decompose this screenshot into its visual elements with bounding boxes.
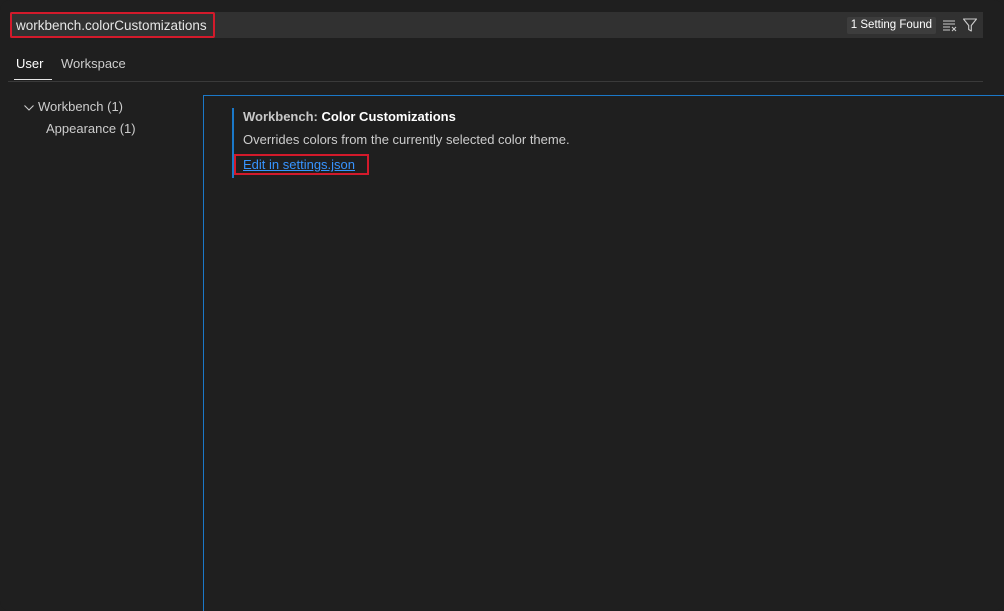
edit-in-settings-json-link[interactable]: Edit in settings.json: [243, 157, 355, 173]
clear-filter-icon[interactable]: [942, 17, 958, 33]
setting-title: Workbench: Color Customizations: [243, 109, 456, 125]
result-count-badge: 1 Setting Found: [846, 17, 936, 34]
settings-toc-tree: Workbench (1) Appearance (1): [20, 96, 190, 140]
tab-user[interactable]: User: [16, 56, 43, 79]
setting-item: Workbench: Color Customizations Override…: [232, 108, 1003, 178]
chevron-down-icon[interactable]: [22, 100, 36, 114]
tab-workspace[interactable]: Workspace: [61, 56, 126, 72]
filter-icon[interactable]: [962, 17, 978, 33]
active-tab-indicator: [14, 79, 52, 80]
settings-editor: workbench.colorCustomizations 1 Setting …: [0, 0, 1004, 611]
settings-scope-tabs: User Workspace: [8, 52, 983, 82]
tree-item-workbench[interactable]: Workbench (1): [20, 96, 190, 118]
edit-link-highlight: Edit in settings.json: [234, 154, 369, 175]
tree-item-label: Appearance (1): [46, 121, 136, 136]
tree-item-appearance[interactable]: Appearance (1): [20, 118, 190, 140]
setting-description: Overrides colors from the currently sele…: [243, 132, 570, 147]
setting-name: Color Customizations: [321, 109, 456, 124]
tree-item-label: Workbench (1): [38, 99, 124, 114]
setting-category: Workbench:: [243, 109, 322, 124]
settings-list-panel: Workbench: Color Customizations Override…: [203, 95, 1004, 611]
search-bar: workbench.colorCustomizations 1 Setting …: [10, 12, 983, 38]
search-input[interactable]: workbench.colorCustomizations: [10, 12, 215, 38]
